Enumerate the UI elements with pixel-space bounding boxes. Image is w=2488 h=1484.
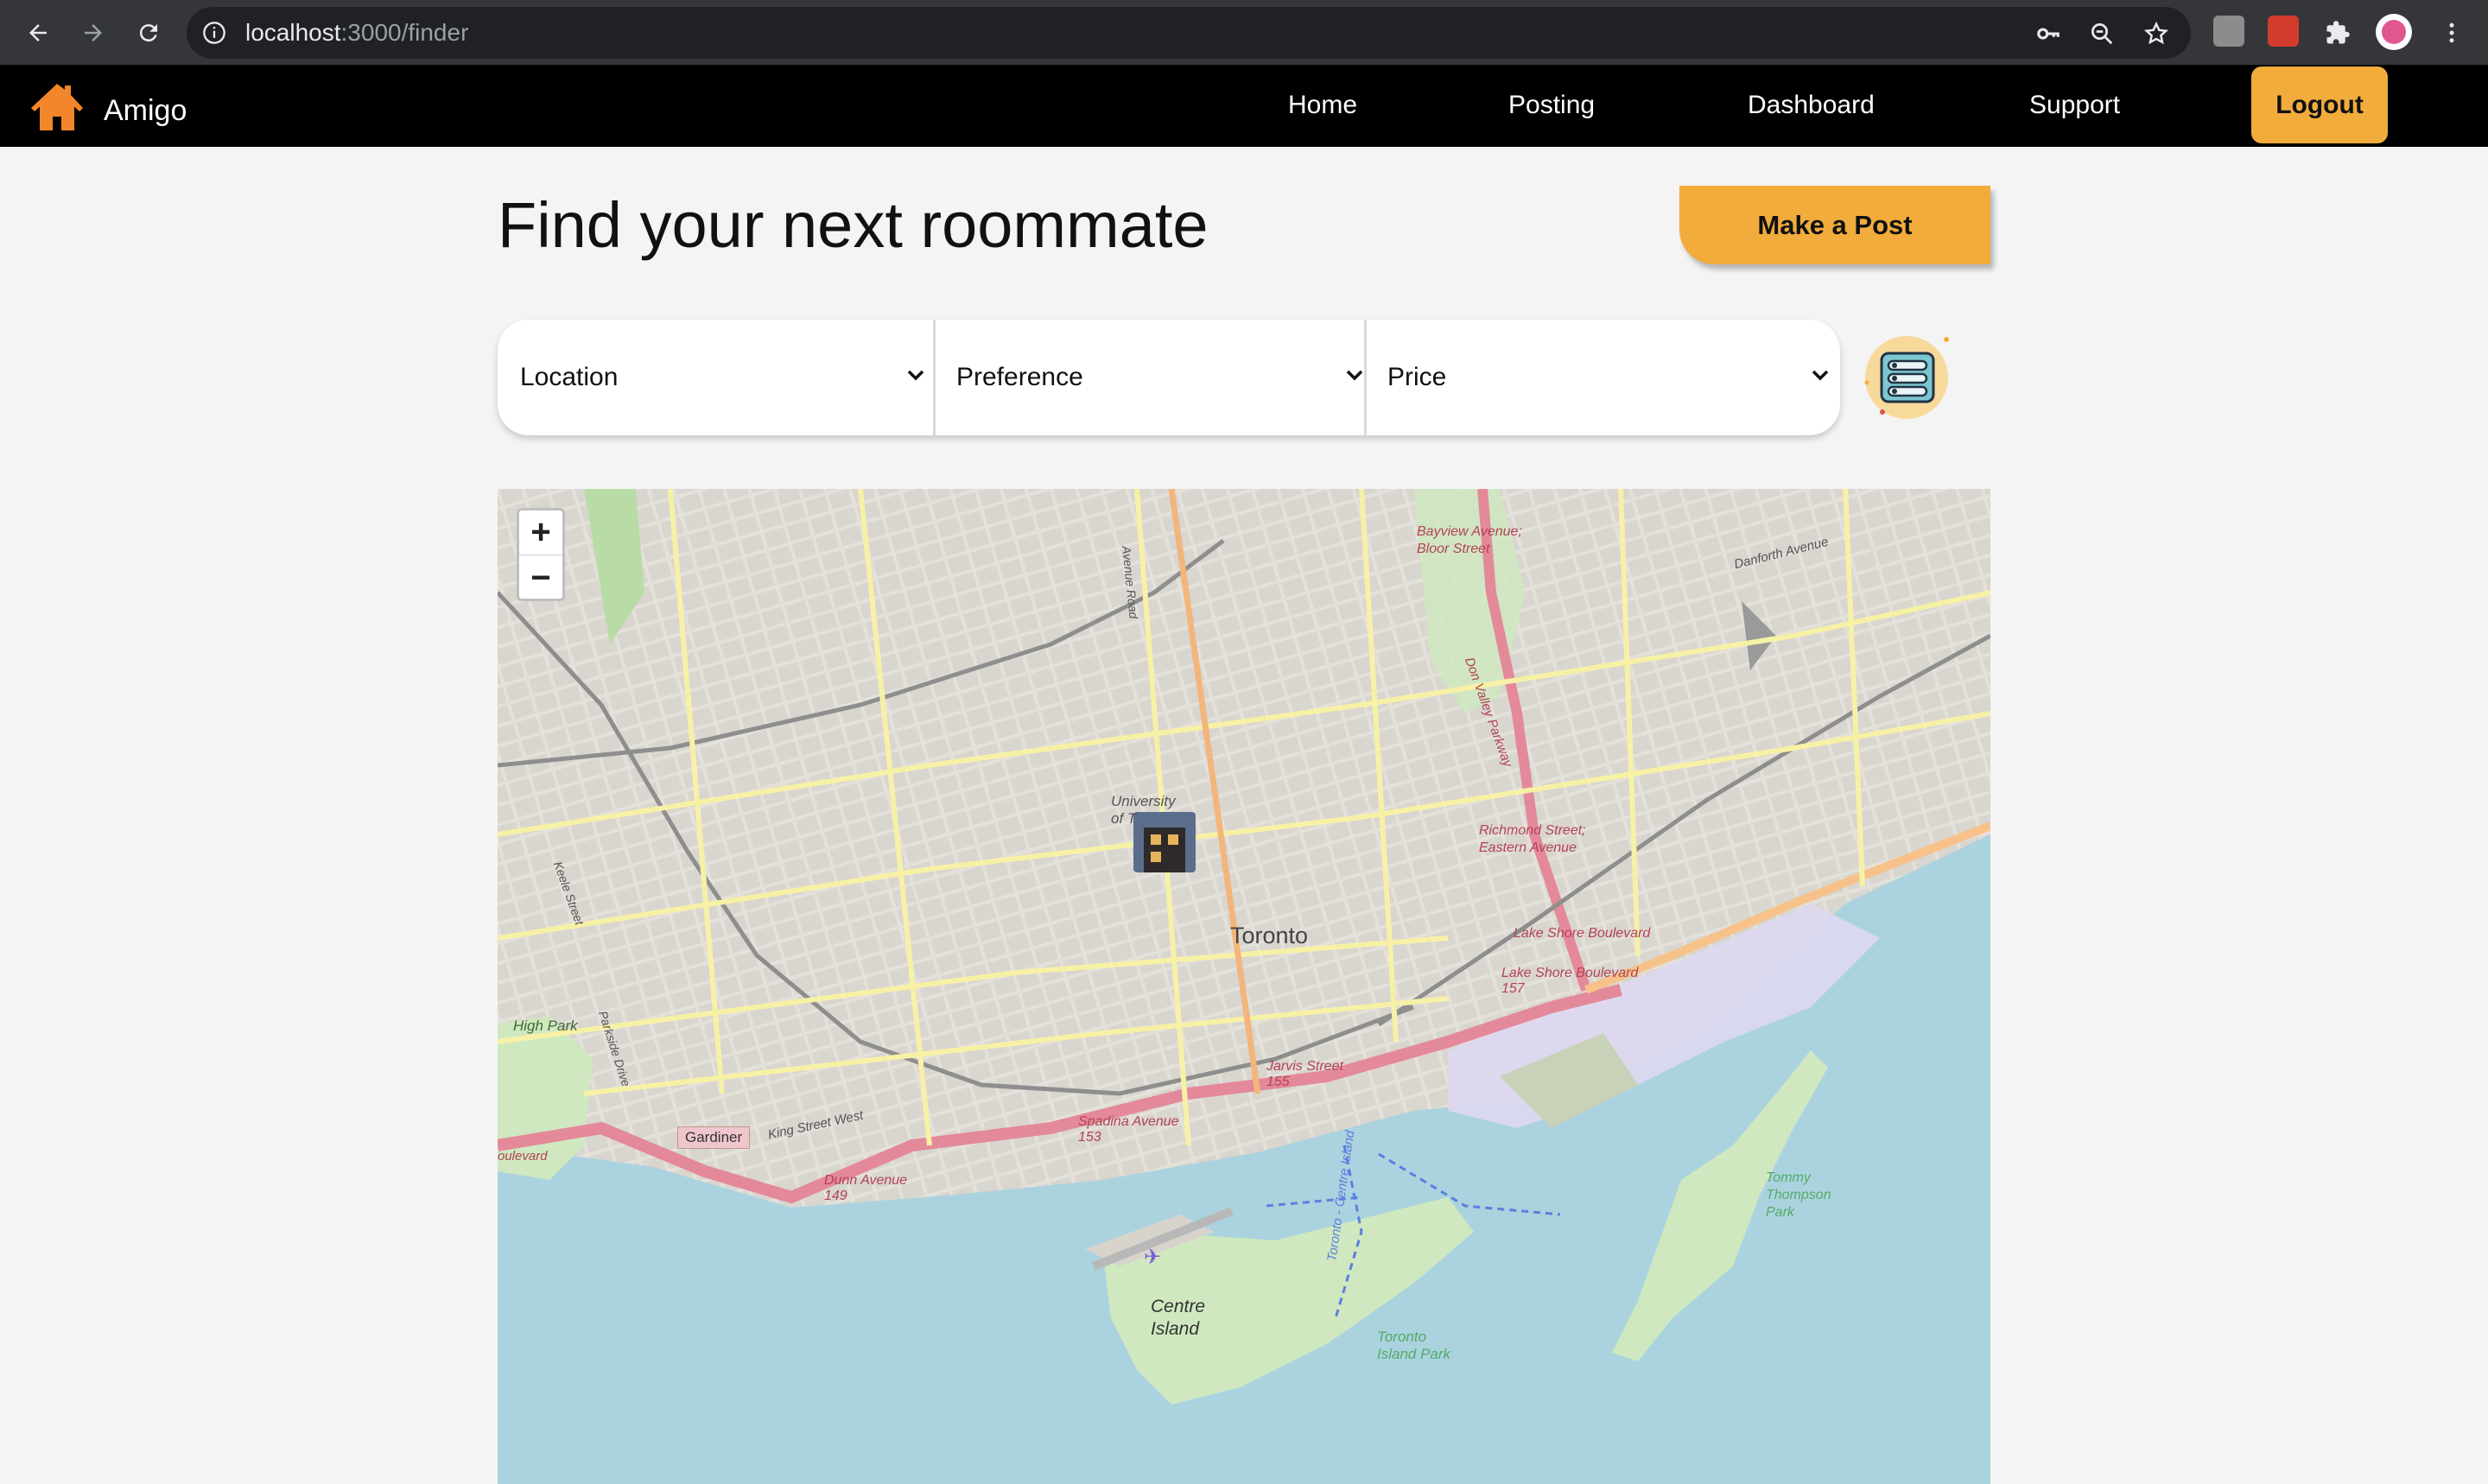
map-label-university: University of T xyxy=(1111,793,1176,827)
map-label-city: Toronto xyxy=(1230,923,1309,948)
map-label-boulevard: oulevard xyxy=(498,1149,548,1164)
key-icon[interactable] xyxy=(2035,21,2061,47)
map-label-bayview: Bayview Avenue; Bloor Street xyxy=(1417,524,1522,556)
url-path: :3000/finder xyxy=(340,19,469,46)
location-select-value: Location xyxy=(520,363,619,391)
nav-support[interactable]: Support xyxy=(2029,91,2120,120)
map-label-gardiner: Gardiner xyxy=(677,1126,751,1149)
back-icon[interactable] xyxy=(19,14,57,52)
map-label-spadina: Spadina Avenue 153 xyxy=(1078,1114,1179,1145)
nav-home[interactable]: Home xyxy=(1288,91,1357,120)
preference-select[interactable]: Preference xyxy=(936,320,1368,435)
map-view[interactable]: ✈ Toronto University of T High Park Gard… xyxy=(498,489,1990,1484)
zoom-out-button[interactable]: − xyxy=(519,555,562,600)
make-post-button[interactable]: Make a Post xyxy=(1679,186,1990,264)
map-zoom-control: + − xyxy=(517,508,565,601)
map-label-high-park: High Park xyxy=(513,1018,578,1034)
forward-icon[interactable] xyxy=(74,14,112,52)
browser-toolbar: localhost:3000/finder xyxy=(0,0,2488,65)
bookmark-star-icon[interactable] xyxy=(2143,21,2169,47)
zoom-in-button[interactable]: + xyxy=(519,511,562,555)
browser-menu-icon[interactable] xyxy=(2433,14,2471,52)
map-label-richmond: Richmond Street; Eastern Avenue xyxy=(1479,823,1586,855)
brand-name[interactable]: Amigo xyxy=(104,94,187,128)
svg-text:✈: ✈ xyxy=(1144,1245,1161,1269)
map-label-lake-shore-2: Lake Shore Boulevard 157 xyxy=(1501,966,1639,996)
map-label-centre-island: Centre Island xyxy=(1151,1297,1206,1339)
chevron-down-icon xyxy=(1812,370,1829,381)
nav-posting[interactable]: Posting xyxy=(1508,91,1595,120)
zoom-icon[interactable] xyxy=(2089,21,2115,47)
puzzle-extensions-icon[interactable] xyxy=(2319,14,2357,52)
address-bar[interactable]: localhost:3000/finder xyxy=(187,7,2191,59)
logout-button[interactable]: Logout xyxy=(2251,67,2388,143)
map-label-tommy-thompson: Tommy Thompson Park xyxy=(1766,1170,1831,1220)
nav-dashboard[interactable]: Dashboard xyxy=(1748,91,1875,120)
chevron-down-icon xyxy=(1346,370,1363,381)
url-host: localhost xyxy=(245,19,341,46)
profile-avatar[interactable] xyxy=(2376,14,2412,50)
extension-1-icon[interactable] xyxy=(2213,16,2244,47)
reload-icon[interactable] xyxy=(130,14,168,52)
map-tiles: ✈ xyxy=(498,489,1990,1484)
map-label-dunn: Dunn Avenue 149 xyxy=(824,1173,908,1203)
price-select-value: Price xyxy=(1387,363,1447,391)
site-info-icon[interactable] xyxy=(202,21,226,45)
filter-bar: Location Preference Price xyxy=(498,320,1840,435)
chevron-down-icon xyxy=(907,370,924,381)
home-logo-icon[interactable] xyxy=(29,80,85,136)
extension-2-icon[interactable] xyxy=(2268,16,2299,47)
app-navbar: Amigo Home Posting Dashboard Support Log… xyxy=(0,65,2488,147)
preference-select-value: Preference xyxy=(956,363,1083,391)
location-select[interactable]: Location xyxy=(498,320,933,435)
map-label-jarvis: Jarvis Street 155 xyxy=(1266,1059,1343,1089)
price-select[interactable]: Price xyxy=(1367,320,1840,435)
page-title: Find your next roommate xyxy=(498,189,1209,261)
map-label-lake-shore-1: Lake Shore Boulevard xyxy=(1514,926,1651,941)
url-text: localhost:3000/finder xyxy=(245,19,468,47)
map-label-toronto-island-park: Toronto Island Park xyxy=(1377,1329,1451,1362)
list-filter-icon[interactable] xyxy=(1862,333,1952,422)
